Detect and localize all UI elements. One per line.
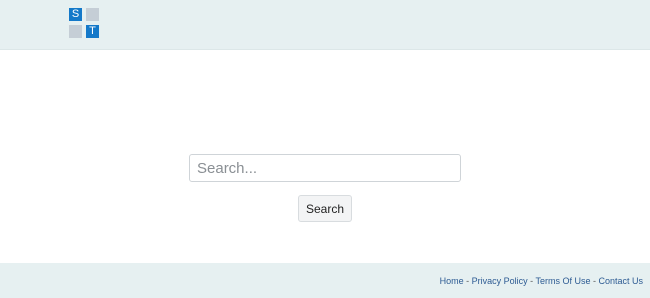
footer-link-terms-of-use[interactable]: Terms Of Use [535, 276, 590, 286]
logo-tile-t: T [86, 25, 99, 38]
footer-link-contact-us[interactable]: Contact Us [598, 276, 643, 286]
footer-bar: Home - Privacy Policy - Terms Of Use - C… [0, 263, 650, 298]
logo-tile-blank [86, 8, 99, 21]
search-button[interactable]: Search [298, 195, 352, 222]
header-bar: S T [0, 0, 650, 50]
footer-link-home[interactable]: Home [440, 276, 464, 286]
footer-link-privacy-policy[interactable]: Privacy Policy [472, 276, 528, 286]
search-input[interactable] [189, 154, 461, 182]
footer-links: Home - Privacy Policy - Terms Of Use - C… [440, 276, 643, 286]
logo-tile-blank [69, 25, 82, 38]
logo-tile-s: S [69, 8, 82, 21]
footer-separator: - [463, 276, 472, 286]
site-logo[interactable]: S T [69, 8, 99, 38]
